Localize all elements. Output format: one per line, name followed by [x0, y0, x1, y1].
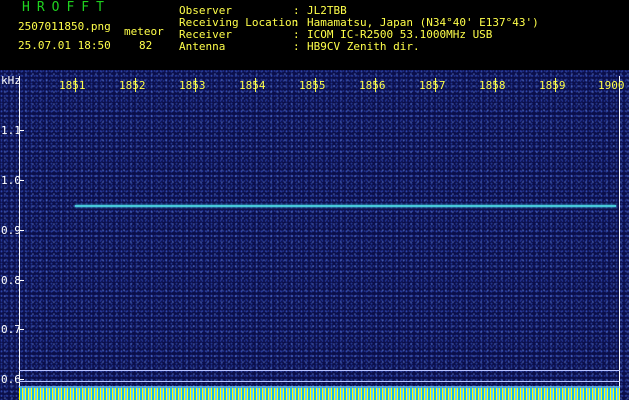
x-tick-mark	[435, 78, 436, 92]
datetime-label: 25.07.01 18:50	[18, 39, 111, 52]
x-tick-mark	[495, 78, 496, 92]
y-tick-label: 1.0	[1, 174, 21, 187]
x-tick-mark	[375, 78, 376, 92]
info-value-antenna: HB9CV Zenith dir.	[307, 40, 420, 53]
y-tick-mark	[19, 329, 24, 330]
reference-line	[19, 381, 620, 382]
y-tick-mark	[19, 379, 24, 380]
app-title: HROFFT	[22, 0, 111, 15]
x-tick-label: 1855	[299, 79, 326, 92]
x-tick-mark	[135, 78, 136, 92]
x-tick-label: 1859	[539, 79, 566, 92]
y-tick-label: 0.6	[1, 373, 21, 386]
y-tick-label: 1.1	[1, 124, 21, 137]
plot-frame	[19, 76, 620, 394]
y-tick-mark	[19, 230, 24, 231]
meteor-count: 82	[139, 39, 153, 52]
noise-floor-band	[19, 388, 620, 400]
y-tick-mark	[19, 130, 24, 131]
y-tick-mark	[19, 280, 24, 281]
info-colon: :	[293, 40, 300, 53]
x-tick-label: 1853	[179, 79, 206, 92]
reference-line	[19, 370, 620, 371]
y-tick-label: 0.7	[1, 323, 21, 336]
y-tick-mark	[19, 180, 24, 181]
x-tick-mark	[75, 78, 76, 92]
x-tick-label: 1851	[59, 79, 86, 92]
y-axis-unit: kHz	[1, 74, 21, 87]
y-tick-label: 0.9	[1, 224, 21, 237]
carrier-signal-trace	[75, 205, 616, 207]
x-tick-label: 1856	[359, 79, 386, 92]
x-tick-label: 1900	[598, 79, 625, 92]
x-tick-label: 1858	[479, 79, 506, 92]
meteor-label: meteor	[124, 25, 164, 38]
x-tick-mark	[255, 78, 256, 92]
x-tick-label: 1852	[119, 79, 146, 92]
x-tick-mark	[315, 78, 316, 92]
x-tick-label: 1854	[239, 79, 266, 92]
x-tick-mark	[555, 78, 556, 92]
y-tick-label: 0.8	[1, 274, 21, 287]
info-label-antenna: Antenna	[179, 40, 226, 53]
filename-label: 2507011850.png	[18, 20, 111, 33]
x-tick-mark	[195, 78, 196, 92]
x-tick-label: 1857	[419, 79, 446, 92]
